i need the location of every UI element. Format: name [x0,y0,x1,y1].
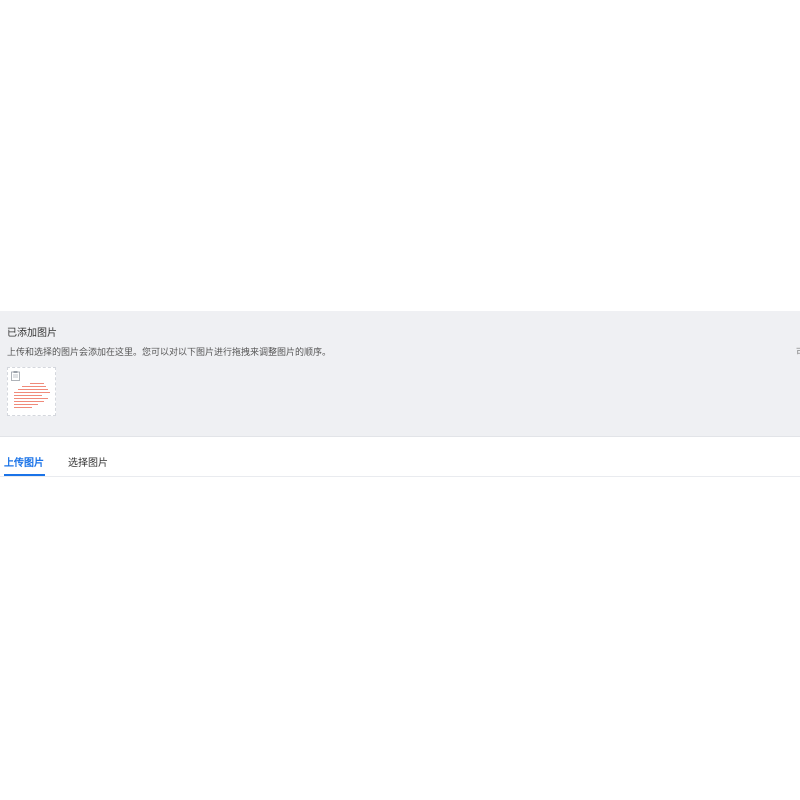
page: 已添加图片 上传和选择的图片会添加在这里。您可以对以下图片进行拖拽来调整图片的顺… [0,0,800,800]
thumbnail-text-line [14,392,50,393]
active-tab-indicator [4,474,45,476]
added-images-panel: 已添加图片 上传和选择的图片会添加在这里。您可以对以下图片进行拖拽来调整图片的顺… [0,311,800,437]
thumbnail-text-line [14,401,44,402]
thumbnail-text-line [22,386,46,387]
added-images-title: 已添加图片 [7,328,57,339]
image-thumbnail[interactable] [7,367,56,416]
document-icon [11,371,20,381]
thumbnail-text-line [14,395,42,396]
thumbnail-text-line [14,404,38,405]
thumbnail-text-line [18,389,48,390]
image-source-tabs: 上传图片 选择图片 [0,446,800,477]
thumbnail-text-line [14,407,32,408]
tab-upload-images[interactable]: 上传图片 [4,454,44,469]
tab-select-images[interactable]: 选择图片 [68,454,108,469]
truncated-edge-text: 可 [796,345,800,358]
thumbnail-text-line [14,398,48,399]
thumbnail-text-line [30,383,44,384]
added-images-description: 上传和选择的图片会添加在这里。您可以对以下图片进行拖拽来调整图片的顺序。 [7,348,332,358]
